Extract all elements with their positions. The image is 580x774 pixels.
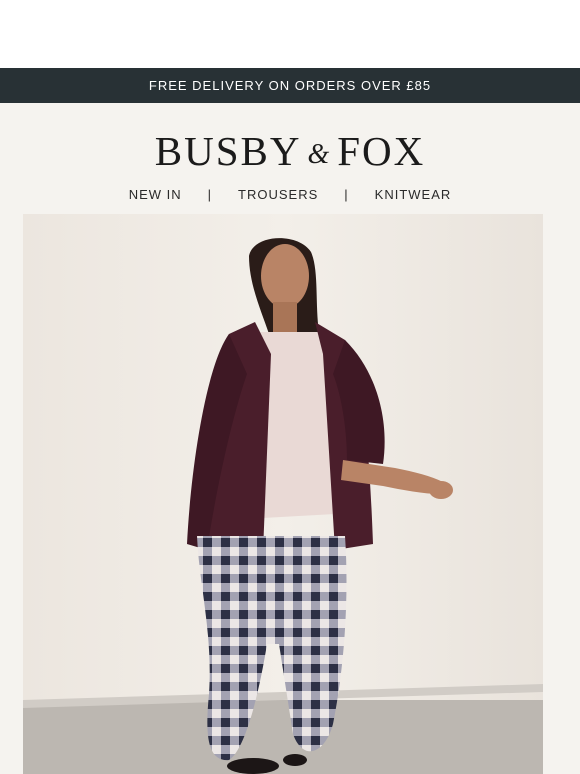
promo-text: FREE DELIVERY ON ORDERS OVER £85 xyxy=(148,78,432,93)
hero-image[interactable] xyxy=(23,214,543,774)
brand-ampersand: & xyxy=(307,139,332,170)
promo-banner[interactable]: FREE DELIVERY ON ORDERS OVER £85 xyxy=(0,68,580,103)
hero-floor xyxy=(23,700,543,774)
nav-item-new-in[interactable]: NEW IN xyxy=(129,187,182,202)
brand-name-left: BUSBY xyxy=(154,128,302,174)
brand-name-right: FOX xyxy=(337,128,426,174)
nav-item-knitwear[interactable]: KNITWEAR xyxy=(375,187,452,202)
top-spacer xyxy=(0,0,580,68)
nav-separator: | xyxy=(207,187,213,202)
nav-separator: | xyxy=(344,187,349,202)
nav-item-trousers[interactable]: TROUSERS xyxy=(238,187,318,202)
main-nav: NEW IN | TROUSERS | KNITWEAR xyxy=(0,187,580,202)
header: BUSBY & FOX NEW IN | TROUSERS | KNITWEAR xyxy=(0,103,580,214)
brand-logo[interactable]: BUSBY & FOX xyxy=(0,126,580,182)
